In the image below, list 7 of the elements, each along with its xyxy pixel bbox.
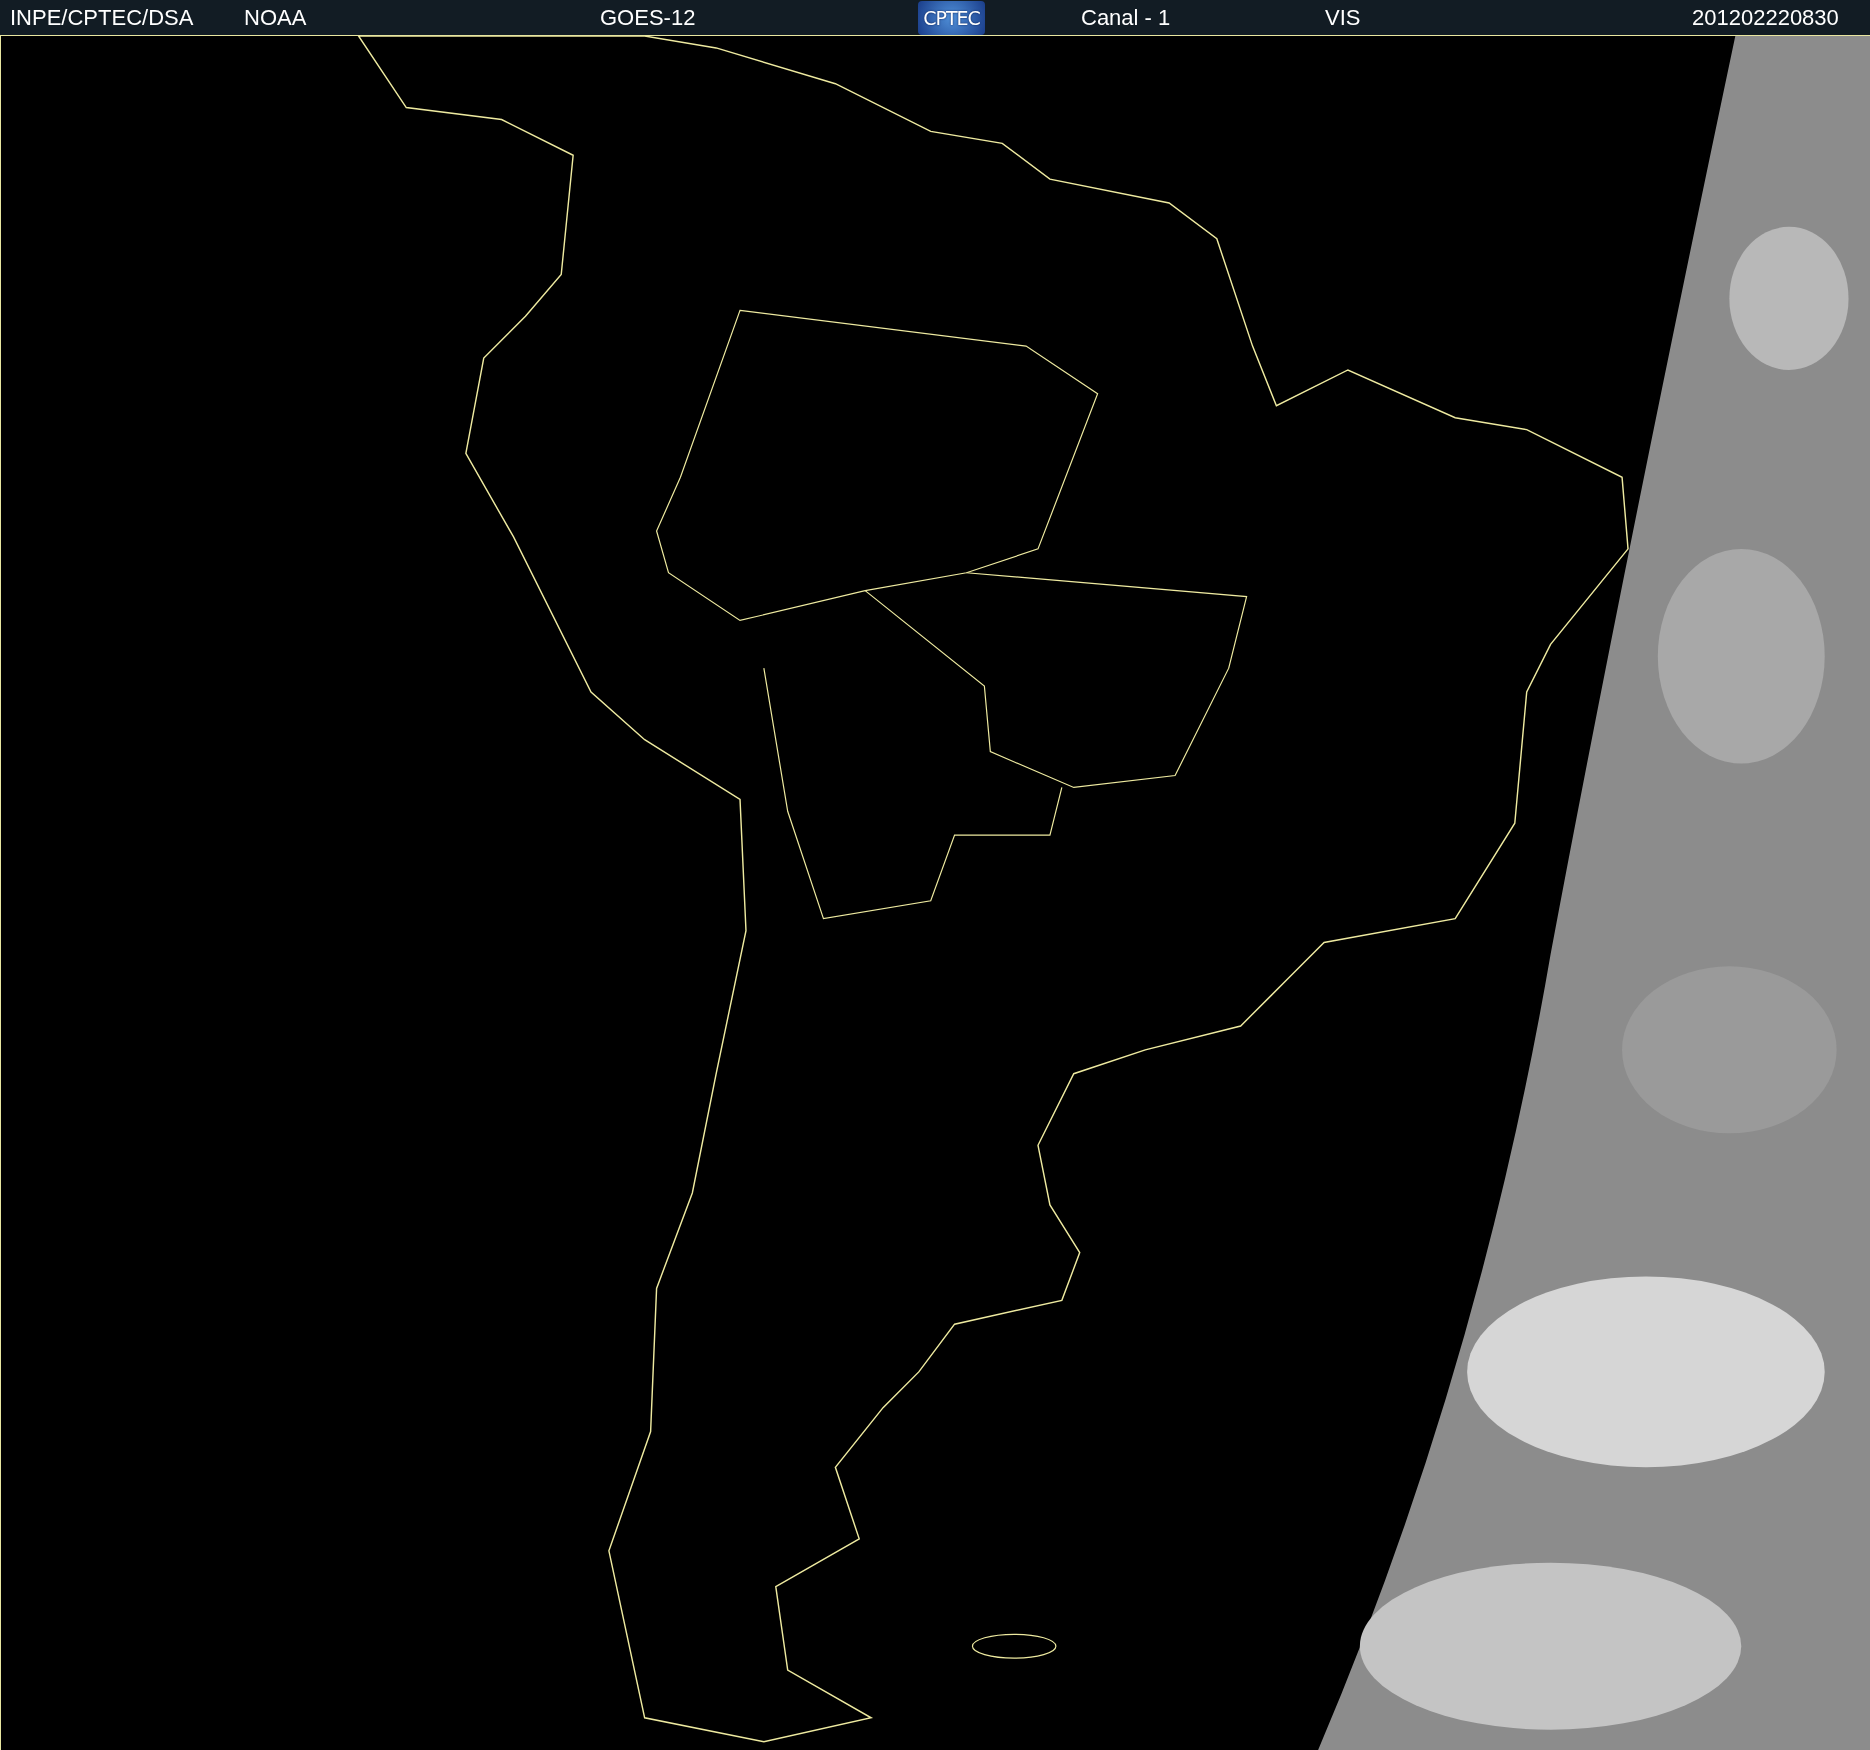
channel-label: Canal - 1 bbox=[1081, 4, 1171, 31]
logo: CPTEC bbox=[918, 1, 985, 35]
source-label: INPE/CPTEC/DSA bbox=[10, 4, 194, 31]
band-label: VIS bbox=[1325, 4, 1361, 31]
timestamp-label: 201202220830 bbox=[1692, 4, 1839, 31]
satellite-label: GOES-12 bbox=[600, 4, 696, 31]
agency-label: NOAA bbox=[244, 4, 307, 31]
